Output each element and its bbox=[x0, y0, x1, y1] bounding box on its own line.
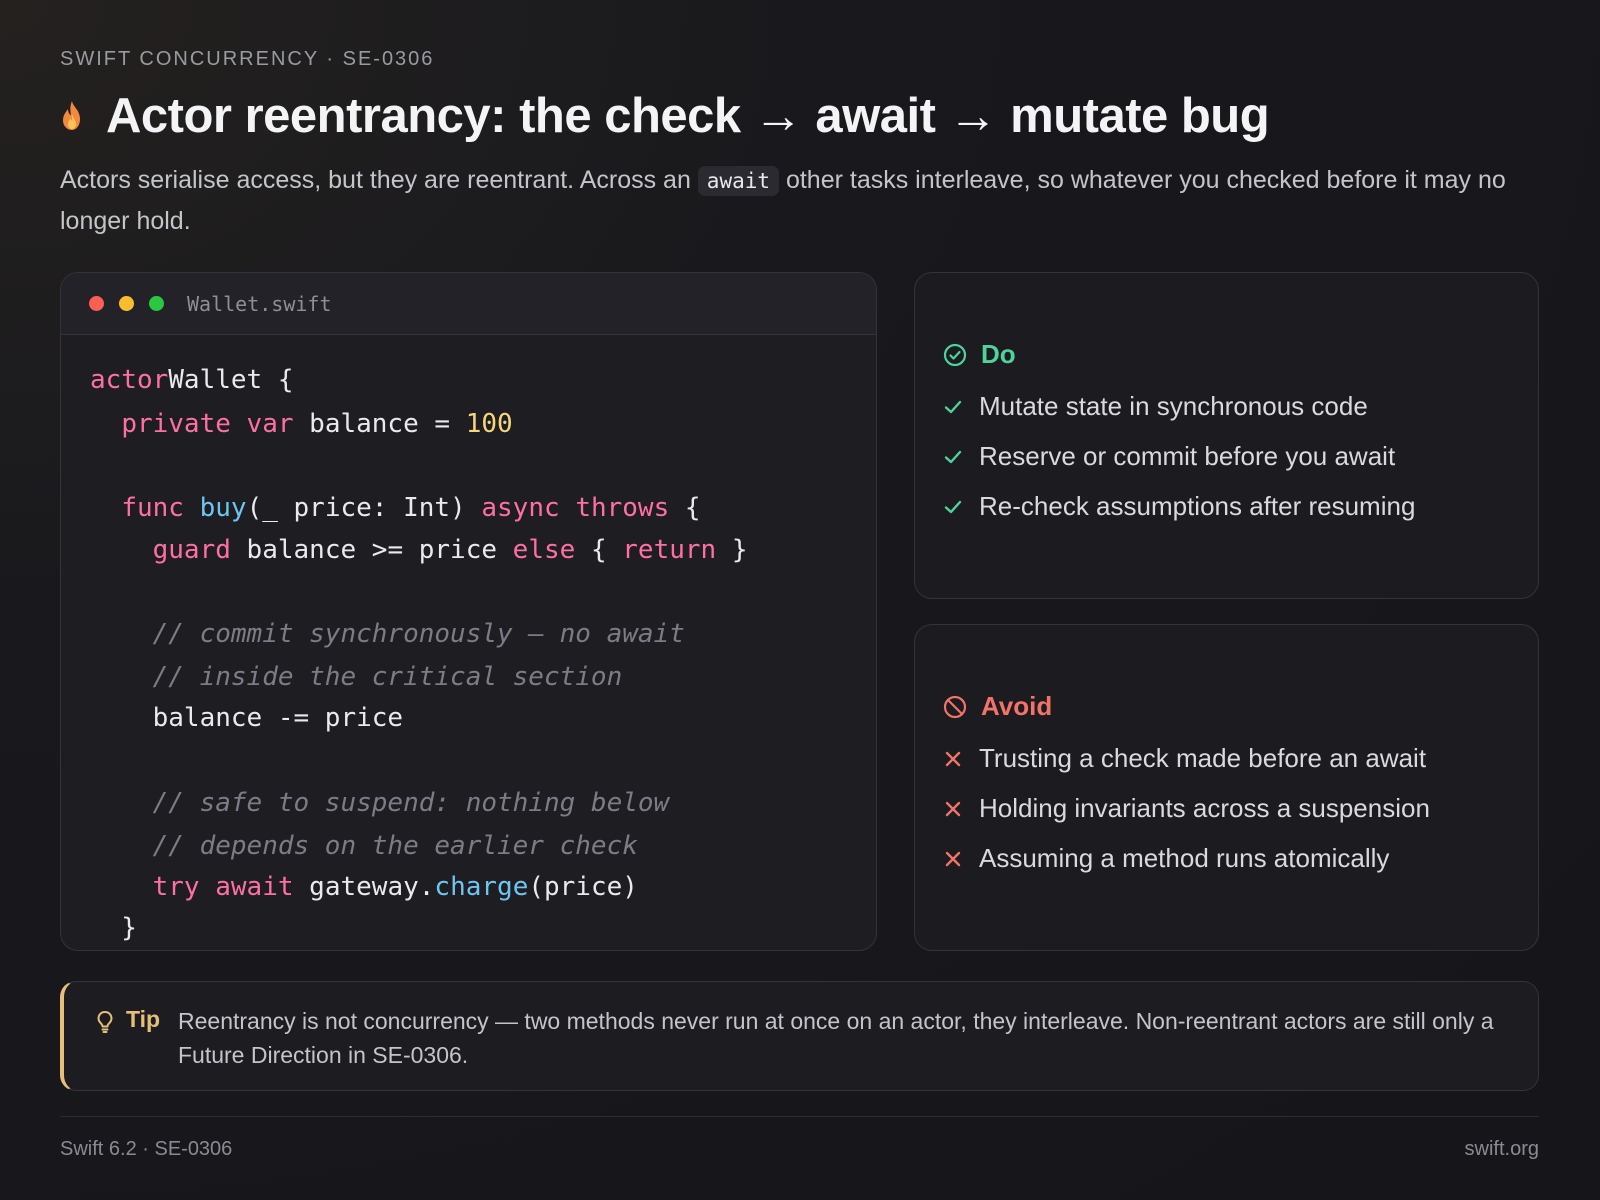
prohibited-icon bbox=[943, 695, 967, 718]
code-token: 100 bbox=[465, 409, 513, 439]
code-token: var bbox=[230, 409, 294, 439]
avoid-heading-label: Avoid bbox=[981, 691, 1053, 721]
code-token: balance -= price bbox=[90, 703, 404, 733]
avoid-item-text: Trusting a check made before an await bbox=[979, 743, 1427, 773]
lead-paragraph: Actors serialise access, but they are re… bbox=[60, 160, 1540, 241]
code-token: charge bbox=[434, 872, 529, 902]
code-token: else bbox=[512, 535, 576, 565]
code-line: // safe to suspend: nothing below bbox=[90, 788, 670, 818]
x-icon bbox=[945, 751, 961, 766]
code-token: // commit synchronously — no await bbox=[152, 619, 685, 649]
check-icon bbox=[944, 450, 962, 463]
avoid-item: Assuming a method runs atomically bbox=[943, 843, 1389, 874]
zoom-dot-icon[interactable] bbox=[149, 296, 164, 311]
minimize-dot-icon[interactable] bbox=[119, 296, 134, 311]
do-heading-label: Do bbox=[981, 339, 1016, 369]
avoid-panel: Avoid Trusting a check made before an aw… bbox=[914, 624, 1539, 951]
code-token: Wallet { bbox=[168, 365, 294, 395]
code-token: actor bbox=[90, 365, 169, 395]
x-icon bbox=[945, 851, 961, 866]
tip-callout: Tip Reentrancy is not concurrency — two … bbox=[60, 981, 1539, 1091]
avoid-item-text: Assuming a method runs atomically bbox=[979, 843, 1390, 873]
code-token: // inside the critical section bbox=[152, 662, 623, 692]
do-heading: Do bbox=[943, 339, 1016, 370]
code-filename: Wallet.swift bbox=[187, 291, 332, 316]
code-line: balance -= price bbox=[90, 703, 403, 733]
footer-divider bbox=[60, 1116, 1539, 1117]
code-token: await bbox=[215, 872, 294, 902]
title-row: Actor reentrancy: the check → await → mu… bbox=[60, 88, 1270, 144]
do-item: Reserve or commit before you await bbox=[943, 441, 1395, 472]
code-token: func bbox=[121, 493, 184, 523]
code-line: } bbox=[90, 913, 137, 943]
code-token: (_ price: Int) bbox=[246, 493, 482, 523]
do-item-text: Re-check assumptions after resuming bbox=[979, 491, 1416, 521]
avoid-item: Holding invariants across a suspension bbox=[943, 793, 1430, 824]
code-token: async bbox=[481, 493, 560, 523]
code-token: return bbox=[622, 535, 717, 565]
lightbulb-icon bbox=[97, 1011, 113, 1033]
code-window: Wallet.swift actorWallet { private var b… bbox=[60, 272, 877, 951]
code-token: // safe to suspend: nothing below bbox=[152, 788, 670, 818]
avoid-item-text: Holding invariants across a suspension bbox=[979, 793, 1430, 823]
tip-label: Tip bbox=[126, 1006, 161, 1032]
code-token: balance >= price bbox=[230, 535, 513, 565]
code-line: // commit synchronously — no await bbox=[90, 619, 685, 649]
code-token: private bbox=[121, 409, 231, 439]
do-item-text: Mutate state in synchronous code bbox=[979, 391, 1368, 421]
do-item: Mutate state in synchronous code bbox=[943, 391, 1368, 422]
code-token: guard bbox=[152, 535, 231, 565]
code-token: { bbox=[669, 493, 701, 523]
code-token: throws bbox=[575, 493, 670, 523]
code-token: { bbox=[575, 535, 623, 565]
avoid-heading: Avoid bbox=[943, 691, 1052, 722]
footer-site-link[interactable]: swift.org bbox=[1465, 1138, 1539, 1161]
code-line: guard balance >= price else { return } bbox=[90, 535, 748, 565]
code-token: // depends on the earlier check bbox=[152, 831, 638, 861]
code-line: actorWallet { bbox=[90, 365, 294, 395]
close-dot-icon[interactable] bbox=[89, 296, 104, 311]
code-line: // depends on the earlier check bbox=[90, 831, 638, 861]
do-panel: Do Mutate state in synchronous code Rese… bbox=[914, 272, 1539, 599]
do-item-text: Reserve or commit before you await bbox=[979, 441, 1396, 471]
code-line: private var balance = 100 bbox=[90, 409, 513, 439]
eyebrow-label: SWIFT CONCURRENCY · SE-0306 bbox=[60, 48, 435, 70]
code-token: try bbox=[152, 872, 200, 902]
inline-code-await: await bbox=[697, 166, 780, 196]
code-line: try await gateway.charge(price) bbox=[90, 872, 638, 902]
check-circle-icon bbox=[943, 343, 967, 366]
code-window-titlebar: Wallet.swift bbox=[61, 273, 876, 335]
avoid-item: Trusting a check made before an await bbox=[943, 743, 1426, 774]
code-line: // inside the critical section bbox=[90, 662, 623, 692]
code-token: } bbox=[90, 913, 137, 943]
fire-icon bbox=[63, 101, 80, 130]
code-line: func buy(_ price: Int) async throws { bbox=[90, 493, 701, 523]
tip-text: Reentrancy is not concurrency — two meth… bbox=[178, 1008, 1494, 1068]
code-token: } bbox=[716, 535, 748, 565]
x-icon bbox=[945, 801, 961, 816]
code-token: buy bbox=[199, 493, 247, 523]
do-item: Re-check assumptions after resuming bbox=[943, 491, 1415, 522]
code-token: balance = bbox=[293, 409, 466, 439]
page-title: Actor reentrancy: the check → await → mu… bbox=[106, 89, 1270, 143]
check-icon bbox=[944, 400, 962, 413]
lead-text-before: Actors serialise access, but they are re… bbox=[60, 166, 698, 194]
code-token: (price) bbox=[528, 872, 638, 902]
footer-version: Swift 6.2 · SE-0306 bbox=[60, 1138, 233, 1160]
code-token: gateway. bbox=[293, 872, 435, 902]
check-icon bbox=[944, 500, 962, 513]
